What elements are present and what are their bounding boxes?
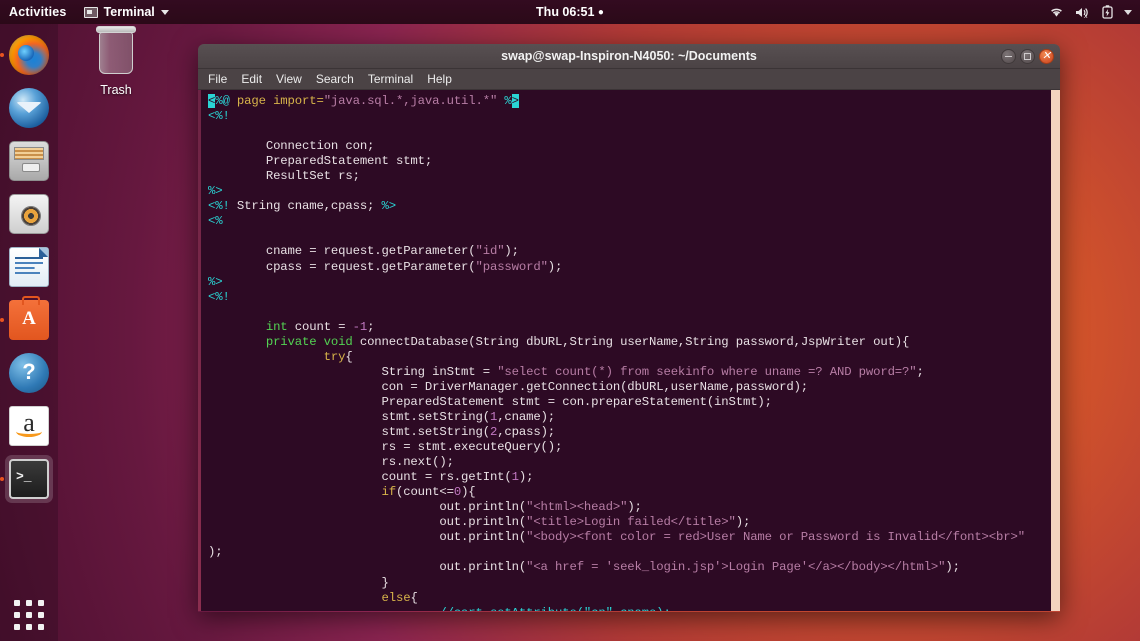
terminal-window: swap@swap-Inspiron-N4050: ~/Documents ✕ … <box>198 44 1060 612</box>
amazon-icon <box>9 406 49 446</box>
desktop: Activities Terminal Thu 06:51 ● <box>0 0 1140 641</box>
terminal-window-icon <box>84 7 98 18</box>
app-menu-label: Terminal <box>104 5 155 19</box>
rhythmbox-icon <box>9 194 49 234</box>
help-icon <box>9 353 49 393</box>
app-menu-terminal[interactable]: Terminal <box>84 5 169 19</box>
dock-item-writer[interactable] <box>5 243 53 291</box>
clock[interactable]: Thu 06:51 ● <box>0 5 1140 19</box>
clock-text: Thu 06:51 <box>536 5 594 19</box>
minimize-button[interactable] <box>1001 49 1016 64</box>
window-controls: ✕ <box>1001 44 1054 69</box>
chevron-down-icon <box>161 10 169 15</box>
dock-item-rhythmbox[interactable] <box>5 190 53 238</box>
dock-item-amazon[interactable] <box>5 402 53 450</box>
svg-text:x: x <box>1084 13 1088 19</box>
close-button[interactable]: ✕ <box>1039 49 1054 64</box>
vim-editor-content[interactable]: <%@ page import="java.sql.*,java.util.*"… <box>198 93 1060 611</box>
libreoffice-writer-icon <box>9 247 49 287</box>
system-tray: x <box>1049 0 1132 24</box>
running-indicator-software <box>0 318 4 322</box>
activities-button[interactable]: Activities <box>9 5 67 19</box>
dock-item-files[interactable] <box>5 137 53 185</box>
running-indicator-firefox <box>0 53 4 57</box>
menu-search[interactable]: Search <box>316 72 354 86</box>
terminal-title-bar[interactable]: swap@swap-Inspiron-N4050: ~/Documents ✕ <box>198 44 1060 69</box>
trash-lid-icon <box>96 26 136 33</box>
menu-help[interactable]: Help <box>427 72 452 86</box>
menu-view[interactable]: View <box>276 72 302 86</box>
terminal-left-edge <box>198 90 201 611</box>
menu-edit[interactable]: Edit <box>241 72 262 86</box>
battery-charging-icon[interactable] <box>1102 5 1113 19</box>
notification-dot-icon: ● <box>598 7 604 18</box>
trash-icon <box>99 32 133 74</box>
terminal-title: swap@swap-Inspiron-N4050: ~/Documents <box>501 49 757 63</box>
dock-item-help[interactable] <box>5 349 53 397</box>
ubuntu-software-icon <box>9 300 49 340</box>
show-applications-button[interactable] <box>7 595 51 635</box>
firefox-icon <box>9 35 49 75</box>
terminal-body[interactable]: <%@ page import="java.sql.*,java.util.*"… <box>198 90 1060 611</box>
system-menu-chevron-icon[interactable] <box>1124 10 1132 15</box>
thunderbird-icon <box>9 88 49 128</box>
terminal-menu-bar: File Edit View Search Terminal Help <box>198 69 1060 90</box>
terminal-scrollbar-thumb[interactable] <box>1051 90 1060 611</box>
dock-item-thunderbird[interactable] <box>5 84 53 132</box>
maximize-button[interactable] <box>1020 49 1035 64</box>
wifi-icon[interactable] <box>1049 6 1064 18</box>
trash-label: Trash <box>86 83 146 97</box>
terminal-scrollbar[interactable] <box>1051 90 1060 611</box>
dock-item-software[interactable] <box>5 296 53 344</box>
files-icon <box>9 141 49 181</box>
running-indicator-terminal <box>0 477 4 481</box>
dock-item-firefox[interactable] <box>5 31 53 79</box>
desktop-icon-trash[interactable]: Trash <box>86 32 146 97</box>
volume-muted-icon[interactable]: x <box>1075 6 1091 19</box>
top-panel: Activities Terminal Thu 06:51 ● <box>0 0 1140 24</box>
menu-terminal[interactable]: Terminal <box>368 72 413 86</box>
terminal-icon <box>9 459 49 499</box>
menu-file[interactable]: File <box>208 72 227 86</box>
dock <box>0 24 58 641</box>
dock-item-terminal[interactable] <box>5 455 53 503</box>
